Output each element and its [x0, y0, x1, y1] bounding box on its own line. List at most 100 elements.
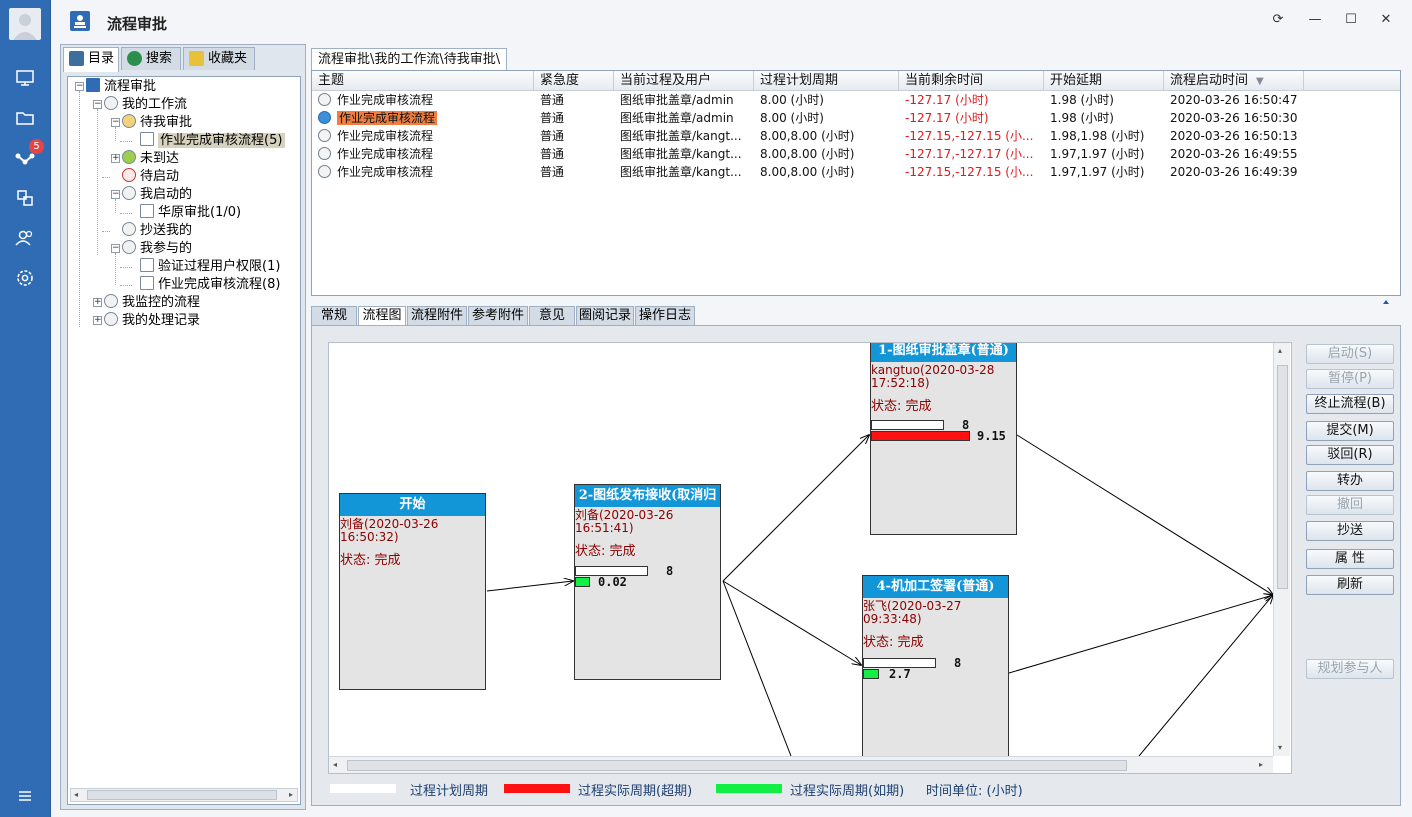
- scroll-right-arrow-icon[interactable]: ▸: [1259, 760, 1263, 770]
- tree-node-monitored[interactable]: 我监控的流程: [104, 294, 200, 312]
- tree-node-started-item[interactable]: 华原审批(1/0): [140, 204, 241, 222]
- submit-button[interactable]: 提交(M): [1306, 421, 1394, 441]
- tree-node-participated-item1[interactable]: 验证过程用户权限(1): [140, 258, 280, 276]
- flow-node-step1-plan-bar: [871, 420, 944, 430]
- table-row[interactable]: 作业完成审核流程 普通 图纸审批盖章/kangt... 8.00,8.00 (小…: [312, 127, 1400, 145]
- column-header-start-time[interactable]: 流程启动时间 ▼: [1164, 71, 1304, 91]
- splitter-handle-icon[interactable]: [1383, 300, 1389, 304]
- scroll-left-arrow-icon[interactable]: ◂: [74, 790, 78, 800]
- scroll-right-arrow-icon[interactable]: ▸: [289, 790, 293, 800]
- tree-node-my-workflow[interactable]: 我的工作流: [104, 96, 187, 114]
- expand-toggle-started[interactable]: −: [111, 190, 120, 199]
- settings-gear-icon[interactable]: [13, 266, 37, 290]
- cell-urgency: 普通: [540, 111, 565, 125]
- column-header-delay[interactable]: 开始延期: [1044, 71, 1164, 91]
- tab-search[interactable]: 搜索: [121, 47, 181, 70]
- tab-favorites[interactable]: 收藏夹: [183, 47, 255, 70]
- tree-node-handled-label: 我的处理记录: [122, 313, 201, 328]
- tree-node-root[interactable]: 流程审批: [86, 78, 156, 96]
- scroll-down-arrow-icon[interactable]: ▾: [1278, 743, 1282, 753]
- flow-node-step1[interactable]: 1-图纸审批盖章(普通) kangtuo(2020-03-28 17:52:18…: [870, 343, 1017, 535]
- expand-toggle-pending[interactable]: −: [111, 118, 120, 127]
- cell-subject: 作业完成审核流程: [312, 145, 534, 163]
- cell-plan: 8.00 (小时): [760, 93, 824, 107]
- expand-toggle-monitored[interactable]: +: [93, 298, 102, 307]
- flowchart-vertical-scrollbar[interactable]: ▴ ▾: [1273, 343, 1290, 756]
- plan-participants-button[interactable]: 规划参与人: [1306, 659, 1394, 679]
- refresh-icon[interactable]: ⟳: [1268, 10, 1288, 30]
- exchange-icon[interactable]: [13, 186, 37, 210]
- column-header-subject[interactable]: 主题: [312, 71, 534, 91]
- minimize-icon[interactable]: —: [1305, 10, 1325, 30]
- expand-toggle-handled[interactable]: +: [93, 316, 102, 325]
- table-row[interactable]: 作业完成审核流程 普通 图纸审批盖章/kangt... 8.00,8.00 (小…: [312, 163, 1400, 181]
- flowchart-horizontal-scrollbar[interactable]: ◂ ▸: [329, 756, 1273, 773]
- tab-flow-attachments[interactable]: 流程附件: [407, 306, 467, 325]
- expand-toggle-participated[interactable]: −: [111, 244, 120, 253]
- tree-node-started-by-me[interactable]: 我启动的: [122, 186, 192, 204]
- column-header-process[interactable]: 当前过程及用户: [614, 71, 754, 91]
- tab-directory[interactable]: 目录: [63, 47, 119, 72]
- tab-flowchart[interactable]: 流程图: [358, 306, 406, 327]
- tab-operation-log[interactable]: 操作日志: [635, 306, 695, 325]
- menu-hamburger-icon[interactable]: [13, 784, 37, 808]
- tree-node-cc-me[interactable]: 抄送我的: [122, 222, 192, 240]
- flow-node-step2[interactable]: 2-图纸发布接收(取消归 刘备(2020-03-26 16:51:41) 状态:…: [574, 484, 721, 680]
- properties-button[interactable]: 属 性: [1306, 549, 1394, 569]
- tree-node-pending-approval[interactable]: 待我审批: [122, 114, 192, 132]
- table-row-selected[interactable]: 作业完成审核流程 普通 图纸审批盖章/admin 8.00 (小时) -127.…: [312, 109, 1400, 127]
- scroll-left-arrow-icon[interactable]: ◂: [333, 760, 337, 770]
- tree-node-not-arrived[interactable]: 未到达: [122, 150, 179, 168]
- breadcrumb[interactable]: 流程审批\我的工作流\待我审批\: [311, 48, 508, 70]
- reject-button[interactable]: 驳回(R): [1306, 445, 1394, 465]
- table-row[interactable]: 作业完成审核流程 普通 图纸审批盖章/admin 8.00 (小时) -127.…: [312, 91, 1400, 109]
- tab-reference-attachments[interactable]: 参考附件: [468, 306, 528, 325]
- transfer-button[interactable]: 转办: [1306, 471, 1394, 491]
- monitor-icon[interactable]: [13, 66, 37, 90]
- tab-read-records[interactable]: 圈阅记录: [576, 306, 634, 325]
- title-bar: 流程审批 ⟳ — ☐ ✕: [51, 0, 1412, 40]
- folder-icon[interactable]: [13, 106, 37, 130]
- tree-node-pending-item[interactable]: 作业完成审核流程(5): [140, 132, 286, 150]
- scroll-up-arrow-icon[interactable]: ▴: [1278, 346, 1282, 356]
- tree-node-to-start[interactable]: 待启动: [122, 168, 179, 186]
- table-row[interactable]: 作业完成审核流程 普通 图纸审批盖章/kangt... 8.00,8.00 (小…: [312, 145, 1400, 163]
- flow-node-start[interactable]: 开始 刘备(2020-03-26 16:50:32) 状态: 完成: [339, 493, 486, 690]
- pause-button[interactable]: 暂停(P): [1306, 369, 1394, 389]
- search-icon: [127, 51, 142, 66]
- cc-button[interactable]: 抄送: [1306, 521, 1394, 541]
- tree-horizontal-scrollbar[interactable]: ◂ ▸: [70, 788, 298, 802]
- users-icon[interactable]: [13, 226, 37, 250]
- user-avatar[interactable]: [9, 8, 41, 40]
- tree-node-participated[interactable]: 我参与的: [122, 240, 192, 258]
- column-header-remaining[interactable]: 当前剩余时间: [899, 71, 1044, 91]
- cell-start-time: 2020-03-26 16:50:30: [1170, 111, 1298, 125]
- flowchart-hscroll-thumb[interactable]: [347, 760, 1127, 771]
- tab-opinions[interactable]: 意见: [529, 306, 575, 325]
- close-icon[interactable]: ✕: [1376, 10, 1396, 30]
- column-header-plan[interactable]: 过程计划周期: [754, 71, 899, 91]
- flowchart-vscroll-thumb[interactable]: [1277, 365, 1288, 589]
- flow-node-step4[interactable]: 4-机加工签署(普通) 张飞(2020-03-27 09:33:48) 状态: …: [862, 575, 1009, 773]
- history-clock-icon: [104, 312, 118, 326]
- tab-general[interactable]: 常规: [311, 306, 357, 325]
- tree-scroll-thumb[interactable]: [87, 790, 277, 800]
- flow-node-step1-actual-bar: [871, 431, 970, 441]
- cell-start-time: 2020-03-26 16:50:47: [1170, 93, 1298, 107]
- tree-node-participated-item1-label: 验证过程用户权限: [158, 259, 263, 274]
- cell-start-time: 2020-03-26 16:49:39: [1170, 165, 1298, 179]
- expand-toggle-not-arrived[interactable]: +: [111, 154, 120, 163]
- tree-node-participated-item2[interactable]: 作业完成审核流程(8): [140, 276, 280, 294]
- alarm-clock-icon: [122, 168, 136, 182]
- terminate-flow-button[interactable]: 终止流程(B): [1306, 394, 1394, 414]
- maximize-icon[interactable]: ☐: [1341, 10, 1361, 30]
- flow-node-start-status: 状态: 完成: [340, 553, 401, 568]
- expand-toggle-root[interactable]: −: [75, 82, 84, 91]
- cell-subject: 作业完成审核流程: [312, 163, 534, 181]
- column-header-urgency[interactable]: 紧急度: [534, 71, 614, 91]
- withdraw-button[interactable]: 撤回: [1306, 495, 1394, 515]
- tree-node-handled[interactable]: 我的处理记录: [104, 312, 200, 330]
- expand-toggle-my-workflow[interactable]: −: [93, 100, 102, 109]
- start-button[interactable]: 启动(S): [1306, 344, 1394, 364]
- refresh-button[interactable]: 刷新: [1306, 575, 1394, 595]
